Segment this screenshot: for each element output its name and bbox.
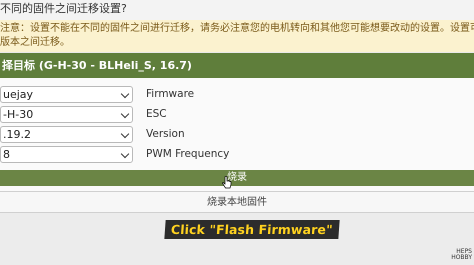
pwm-value: 8 [3, 148, 10, 161]
pwm-select[interactable]: 8 [0, 146, 133, 163]
version-value: .19.2 [3, 128, 31, 141]
migration-warning: 注意：设置不能在不同的固件之间进行迁移，请务必注意您的电机转向和其他您可能想要改… [0, 20, 474, 52]
version-select[interactable]: .19.2 [0, 126, 133, 143]
esc-row: -H-30 ESC [0, 106, 474, 124]
version-label: Version [146, 128, 185, 140]
firmware-value: uejay [3, 88, 34, 101]
chevron-down-icon [120, 129, 130, 139]
warning-line-2: 版本之间迁移。 [0, 37, 70, 48]
tutorial-caption: Click "Flash Firmware" [164, 220, 340, 239]
pwm-row: 8 PWM Frequency [0, 146, 474, 164]
version-row: .19.2 Version [0, 126, 474, 144]
firmware-row: uejay Firmware [0, 86, 474, 104]
esc-select[interactable]: -H-30 [0, 106, 133, 123]
warning-line-1: 注意：设置不能在不同的固件之间进行迁移，请务必注意您的电机转向和其他您可能想要改… [0, 23, 474, 34]
chevron-down-icon [120, 109, 130, 119]
flash-local-firmware-button[interactable]: 烧录本地固件 [0, 191, 474, 213]
chevron-down-icon [120, 149, 130, 159]
firmware-select[interactable]: uejay [0, 86, 133, 103]
pwm-label: PWM Frequency [146, 148, 230, 160]
hand-cursor-icon [222, 176, 232, 189]
chevron-down-icon [120, 89, 130, 99]
panel-title: 择目标 (G-H-30 - BLHeli_S, 16.7) [0, 53, 474, 78]
flash-firmware-button[interactable]: 烧录 [0, 170, 474, 186]
esc-value: -H-30 [3, 108, 34, 121]
migration-question: 不同的固件之间迁移设置? [0, 0, 474, 22]
esc-label: ESC [146, 108, 167, 120]
watermark-logo: HEPS HOBBY [451, 248, 472, 261]
firmware-label: Firmware [146, 88, 195, 100]
